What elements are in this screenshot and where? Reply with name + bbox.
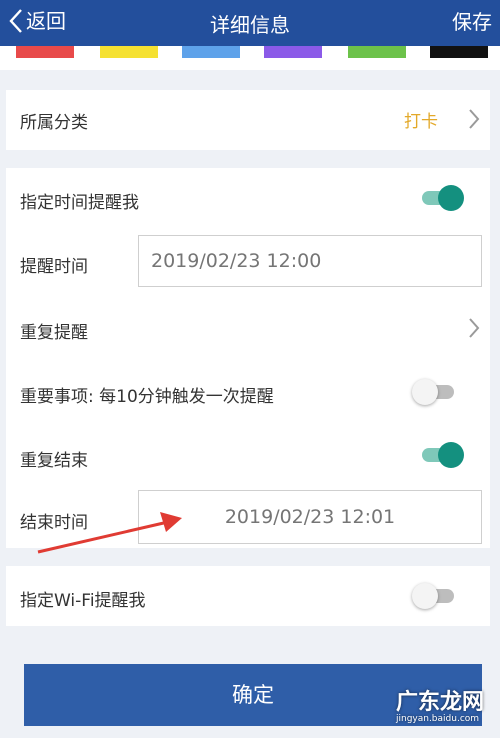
- wifi-card: 指定Wi-Fi提醒我: [6, 566, 490, 626]
- watermark-main: 广东龙网: [395, 690, 484, 715]
- wifi-toggle[interactable]: [412, 581, 456, 611]
- watermark: 广东龙网 jingyan.baidu.com: [396, 684, 484, 724]
- wifi-label: 指定Wi-Fi提醒我: [20, 591, 146, 611]
- annotation-arrow: [37, 512, 182, 554]
- watermark-sub: jingyan.baidu.com: [395, 714, 480, 724]
